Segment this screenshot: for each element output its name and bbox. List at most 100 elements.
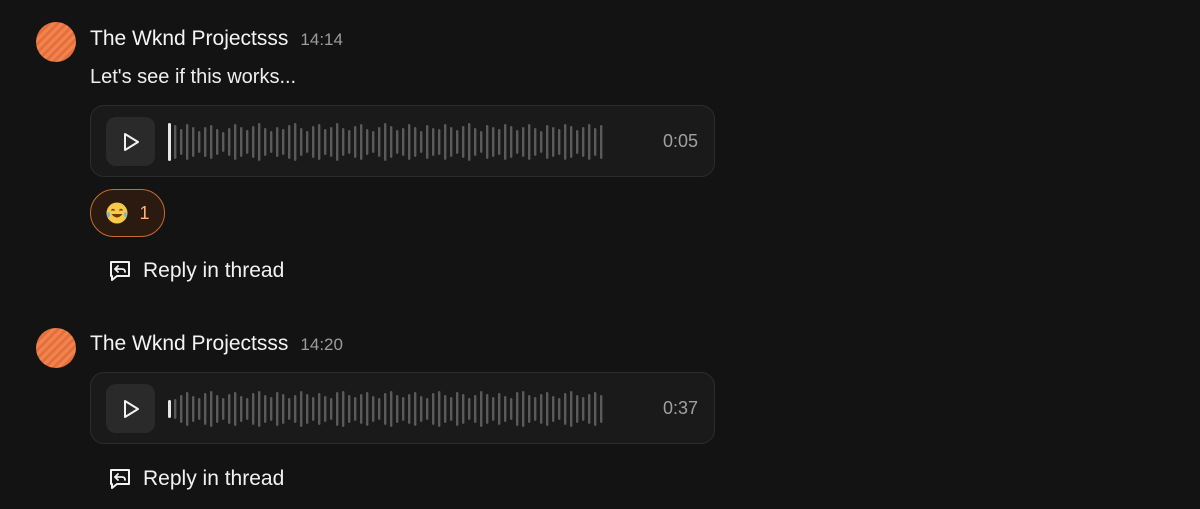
- voice-duration: 0:05: [662, 131, 698, 151]
- waveform-bar: [234, 124, 237, 160]
- waveform-bar: [564, 124, 567, 160]
- waveform-bar: [204, 393, 207, 425]
- waveform-bar: [540, 394, 543, 424]
- waveform-bar: [594, 128, 597, 156]
- waveform-bar: [318, 393, 321, 425]
- playhead[interactable]: [168, 123, 171, 161]
- waveform-bar: [240, 127, 243, 157]
- waveform-bar: [378, 127, 381, 157]
- reply-in-thread-button[interactable]: Reply in thread: [107, 258, 284, 284]
- waveform-bar: [282, 129, 285, 155]
- waveform-bar: [234, 392, 237, 426]
- waveform-bar: [414, 127, 417, 157]
- avatar[interactable]: [36, 22, 76, 62]
- waveform-bar: [210, 125, 213, 159]
- waveform-bar: [492, 397, 495, 421]
- waveform-bar: [504, 124, 507, 160]
- waveform-bar: [534, 397, 537, 421]
- waveform[interactable]: [168, 387, 688, 431]
- play-icon: [123, 132, 139, 151]
- play-button[interactable]: [106, 384, 155, 433]
- waveform-bar: [246, 398, 249, 420]
- reply-thread-icon: [110, 469, 130, 489]
- author-name[interactable]: The Wknd Projectsss: [90, 27, 288, 51]
- waveform-bar: [528, 395, 531, 423]
- waveform-bar: [282, 394, 285, 424]
- waveform-bar: [198, 131, 201, 153]
- waveform-bar: [522, 391, 525, 427]
- waveform-bar: [432, 393, 435, 425]
- waveform-bar: [528, 124, 531, 160]
- waveform-bar: [306, 131, 309, 153]
- waveform-bar: [486, 125, 489, 159]
- waveform-bar: [414, 392, 417, 426]
- message-1: The Wknd Projectsss 14:14 Let's see if t…: [0, 0, 1200, 300]
- waveform-bar: [522, 127, 525, 157]
- waveform-bar: [588, 394, 591, 424]
- waveform-bar: [408, 394, 411, 424]
- message-text: Let's see if this works...: [90, 66, 297, 88]
- author-name[interactable]: The Wknd Projectsss: [90, 332, 288, 356]
- avatar[interactable]: [36, 328, 76, 368]
- waveform-bar: [492, 127, 495, 157]
- waveform-bar: [546, 125, 549, 159]
- waveform-bar: [264, 395, 267, 423]
- waveform-bar: [390, 391, 393, 427]
- waveform-bar: [324, 129, 327, 155]
- waveform-bar: [582, 397, 585, 421]
- waveform-bar: [180, 395, 183, 423]
- waveform-bar: [516, 392, 519, 426]
- reply-in-thread-button[interactable]: Reply in thread: [107, 466, 284, 492]
- waveform-bar: [366, 392, 369, 426]
- waveform-bar: [534, 128, 537, 156]
- waveform-bar: [498, 393, 501, 425]
- waveform-bar: [468, 398, 471, 420]
- waveform-bar: [450, 397, 453, 421]
- laughing-emoji-icon: [106, 202, 128, 224]
- waveform-bar: [264, 128, 267, 156]
- waveform-bar: [462, 394, 465, 424]
- timestamp[interactable]: 14:14: [300, 30, 343, 50]
- reply-label: Reply in thread: [143, 467, 285, 490]
- waveform-bar: [180, 129, 183, 155]
- timestamp[interactable]: 14:20: [300, 335, 343, 355]
- waveform-bar: [204, 127, 207, 157]
- voice-duration: 0:37: [662, 398, 698, 418]
- waveform-bar: [570, 126, 573, 158]
- waveform-bar: [558, 398, 561, 420]
- reaction-pill[interactable]: 1: [90, 189, 165, 237]
- waveform-bar: [546, 392, 549, 426]
- waveform-bar: [426, 125, 429, 159]
- waveform-bar: [366, 129, 369, 155]
- waveform-bar: [486, 394, 489, 424]
- waveform-bar: [510, 126, 513, 158]
- voice-message-player: 0:05: [90, 105, 715, 177]
- waveform-bar: [198, 398, 201, 420]
- message-header: The Wknd Projectsss 14:14: [90, 27, 343, 51]
- waveform-bar: [246, 130, 249, 154]
- waveform-bar: [174, 125, 177, 159]
- waveform-bar: [444, 395, 447, 423]
- waveform-bar: [258, 123, 261, 161]
- waveform-bar: [252, 126, 255, 158]
- waveform[interactable]: [168, 120, 688, 164]
- waveform-bar: [228, 394, 231, 424]
- waveform-bar: [186, 392, 189, 426]
- waveform-bar: [294, 395, 297, 423]
- waveform-bar: [294, 123, 297, 161]
- reaction-count: 1: [139, 202, 150, 223]
- waveform-bar: [474, 128, 477, 156]
- waveform-bar: [258, 391, 261, 427]
- waveform-bar: [558, 129, 561, 155]
- play-button[interactable]: [106, 117, 155, 166]
- waveform-bar: [540, 131, 543, 153]
- playhead[interactable]: [168, 400, 171, 418]
- waveform-bar: [330, 398, 333, 420]
- waveform-bar: [480, 391, 483, 427]
- waveform-bar: [210, 391, 213, 427]
- waveform-bar: [516, 130, 519, 154]
- waveform-bar: [510, 398, 513, 420]
- waveform-bar: [390, 126, 393, 158]
- waveform-bar: [426, 398, 429, 420]
- waveform-bar: [312, 126, 315, 158]
